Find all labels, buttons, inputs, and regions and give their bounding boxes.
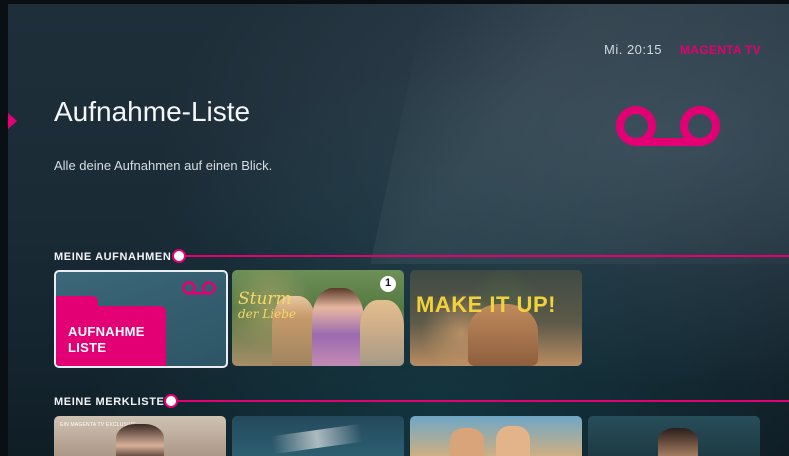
- poster-figure: [658, 428, 698, 456]
- page-subtitle: Alle deine Aufnahmen auf einen Blick.: [54, 158, 273, 173]
- clock: Mi. 20:15: [604, 42, 662, 57]
- watchlist-card[interactable]: [232, 416, 404, 456]
- section-title-watchlist: MEINE MERKLISTE: [54, 396, 165, 408]
- recordings-list-card[interactable]: AUFNAHME LISTE: [54, 270, 228, 368]
- watchlist-card[interactable]: [410, 416, 582, 456]
- poster-figure: [496, 426, 530, 456]
- section-divider: [176, 400, 789, 402]
- poster-title: MAKE IT UP!: [416, 292, 556, 317]
- watchlist-card[interactable]: [588, 416, 760, 456]
- nav-arrow-right-icon[interactable]: [8, 110, 18, 132]
- poster-sturm-der-liebe[interactable]: Sturm der Liebe: [232, 270, 404, 366]
- watchlist-card[interactable]: EIN MAGENTA TV EXCLUSIVE: [54, 416, 226, 456]
- section-title-recordings: MEINE AUFNAHMEN: [54, 251, 172, 263]
- voicemail-icon: [182, 281, 216, 295]
- top-bar: Mi. 20:15 MAGENTA TV: [604, 42, 761, 57]
- poster-figure: [360, 300, 404, 366]
- brand-logo: MAGENTA TV: [680, 42, 761, 57]
- ard-one-icon: [380, 276, 396, 292]
- section-divider: [184, 255, 789, 257]
- poster-figure: [116, 424, 164, 456]
- poster-title: Sturm der Liebe: [238, 289, 297, 322]
- poster-figure: [450, 428, 484, 456]
- card-label: AUFNAHME LISTE: [68, 324, 145, 355]
- poster-make-it-up[interactable]: MAKE IT UP!: [410, 270, 582, 366]
- poster-art: [271, 423, 363, 455]
- voicemail-icon: [616, 106, 720, 146]
- tv-screen: Mi. 20:15 MAGENTA TV Aufnahme-Liste Alle…: [8, 4, 789, 456]
- page-title: Aufnahme-Liste: [54, 96, 251, 127]
- poster-figure: [312, 288, 364, 366]
